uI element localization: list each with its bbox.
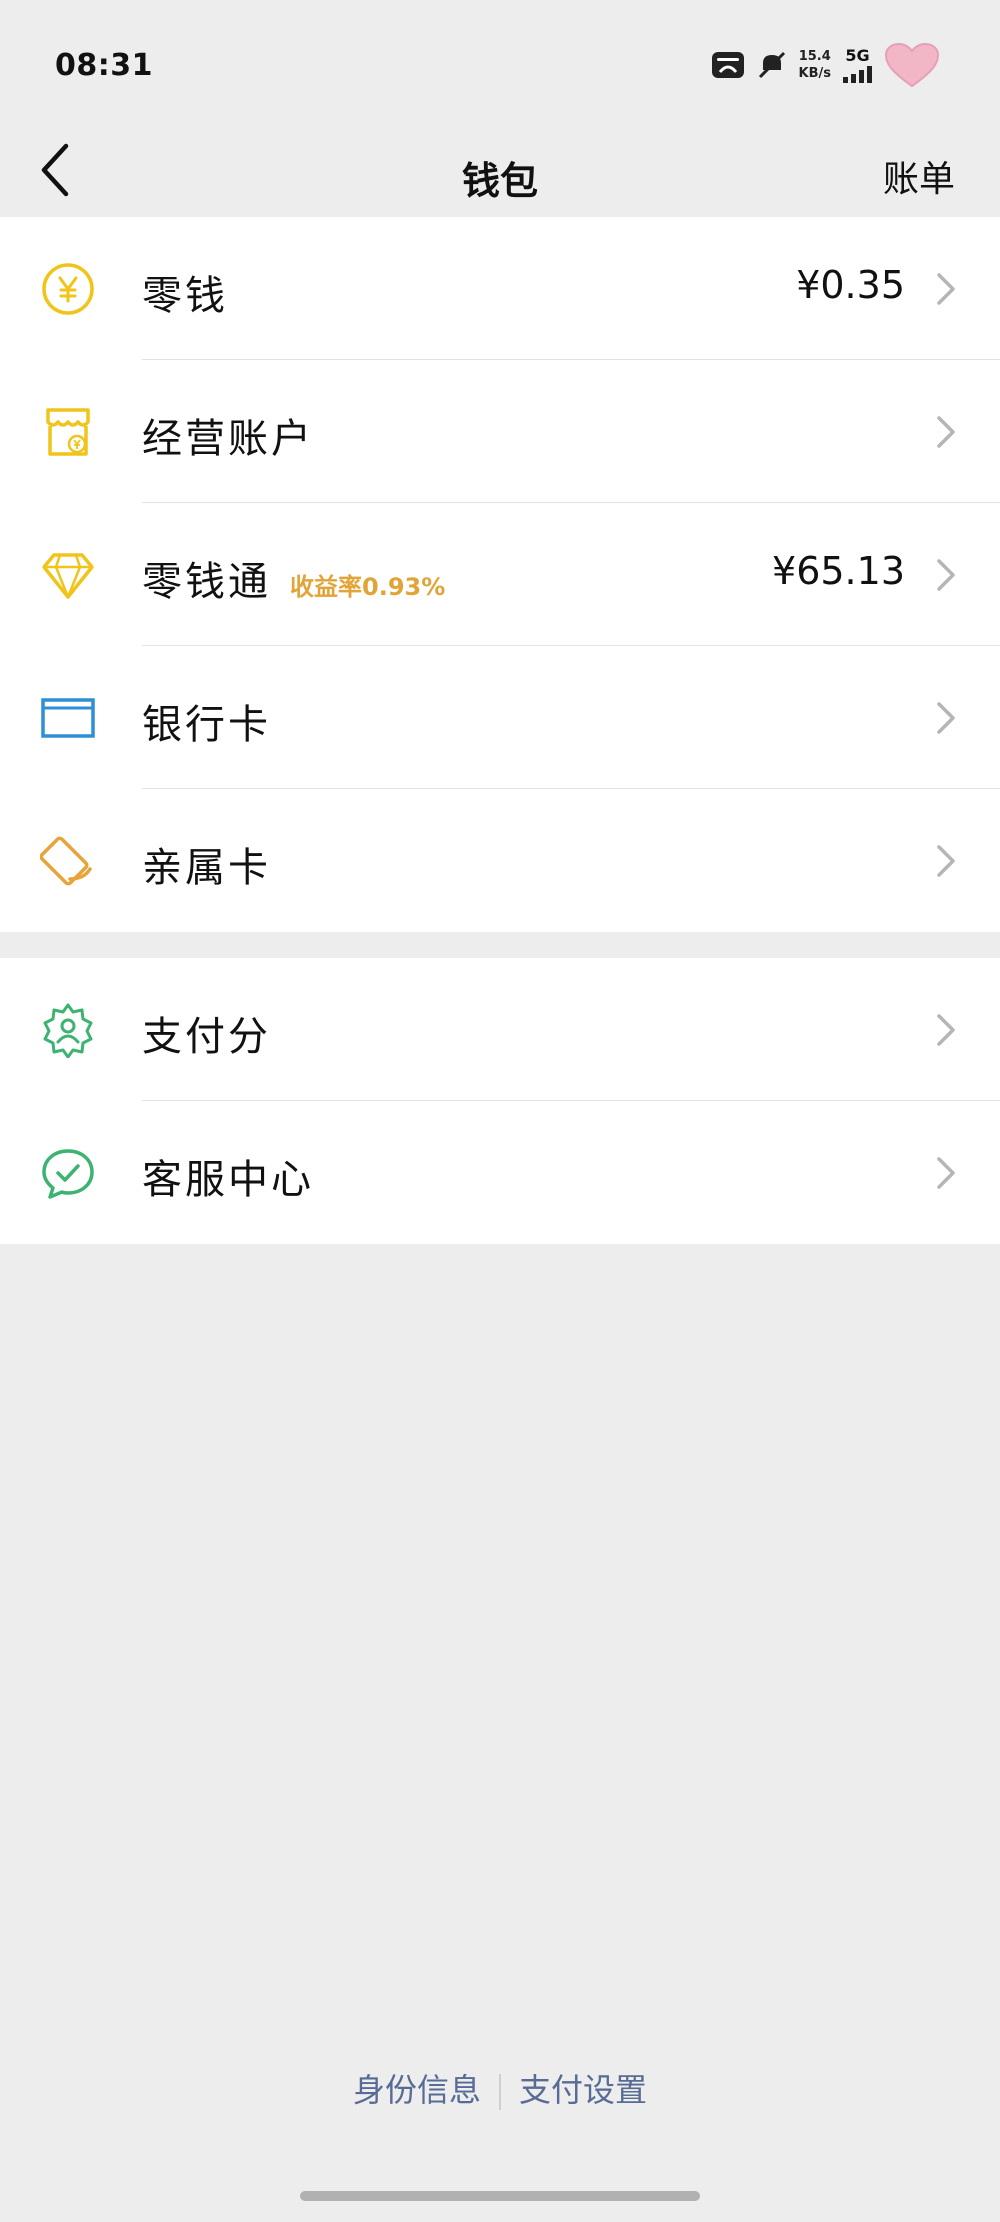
cellular-signal: 5G [843,47,872,83]
menu-item-bank-card[interactable]: 银行卡 [0,646,1000,789]
network-speed-value: 15.4 [798,49,831,64]
menu-item-family-card[interactable]: 亲属卡 [0,789,1000,932]
footer-links: 身份信息 支付设置 [0,2065,1000,2111]
menu-item-label: 零钱 [142,273,228,319]
yuan-coin-icon [42,263,94,315]
bill-button[interactable]: 账单 [883,150,955,202]
app-window-icon [711,52,744,78]
diamond-icon [42,553,94,599]
payment-settings-link[interactable]: 支付设置 [501,2071,665,2109]
mute-bell-icon [758,51,785,79]
page-title: 钱包 [461,159,538,203]
menu-item-label: 客服中心 [142,1157,314,1203]
nav-bar: 钱包 账单 [0,130,1000,216]
service-menu-group: 支付分 客服中心 [0,958,1000,1244]
chevron-right-icon [937,1157,955,1189]
home-indicator[interactable] [300,2191,700,2201]
menu-item-lingqiantong[interactable]: 零钱通 收益率0.93% ¥65.13 [0,503,1000,646]
network-speed: 15.4 KB/s [799,48,831,82]
chevron-right-icon [937,559,955,591]
menu-item-business-account[interactable]: 经营账户 [0,360,1000,503]
network-speed-unit: KB/s [798,66,831,81]
menu-item-label: 零钱通 [142,559,271,605]
status-bar: 08:31 15.4 KB/s 5G [0,0,1000,130]
status-icons: 15.4 KB/s 5G [711,40,940,90]
chevron-right-icon [937,416,955,448]
identity-info-link[interactable]: 身份信息 [335,2071,499,2109]
chevron-right-icon [937,273,955,305]
balance-amount: ¥0.35 [796,263,905,307]
menu-item-change[interactable]: 零钱 ¥0.35 [0,217,1000,360]
bank-card-icon [41,698,95,738]
status-time: 08:31 [55,48,153,83]
customer-service-icon [42,1149,94,1199]
chevron-right-icon [937,1014,955,1046]
network-type: 5G [845,46,870,65]
yield-rate-tag: 收益率0.93% [290,573,446,601]
shop-account-icon [46,408,90,456]
family-card-icon [40,836,92,886]
wallet-menu-group: 零钱 ¥0.35 经营账户 零钱通 收益率0.93% ¥65.13 银行卡 亲属… [0,217,1000,932]
menu-item-label: 支付分 [142,1014,271,1060]
payscore-badge-icon [43,1003,93,1058]
chevron-right-icon [937,845,955,877]
menu-item-payscore[interactable]: 支付分 [0,958,1000,1101]
heart-battery-icon [884,42,940,88]
menu-item-customer-service[interactable]: 客服中心 [0,1101,1000,1244]
menu-item-label: 银行卡 [142,702,271,748]
menu-item-label: 经营账户 [142,416,314,462]
menu-item-label: 亲属卡 [142,845,271,891]
signal-bars-icon [843,65,872,83]
balance-amount: ¥65.13 [772,549,905,593]
chevron-right-icon [937,702,955,734]
